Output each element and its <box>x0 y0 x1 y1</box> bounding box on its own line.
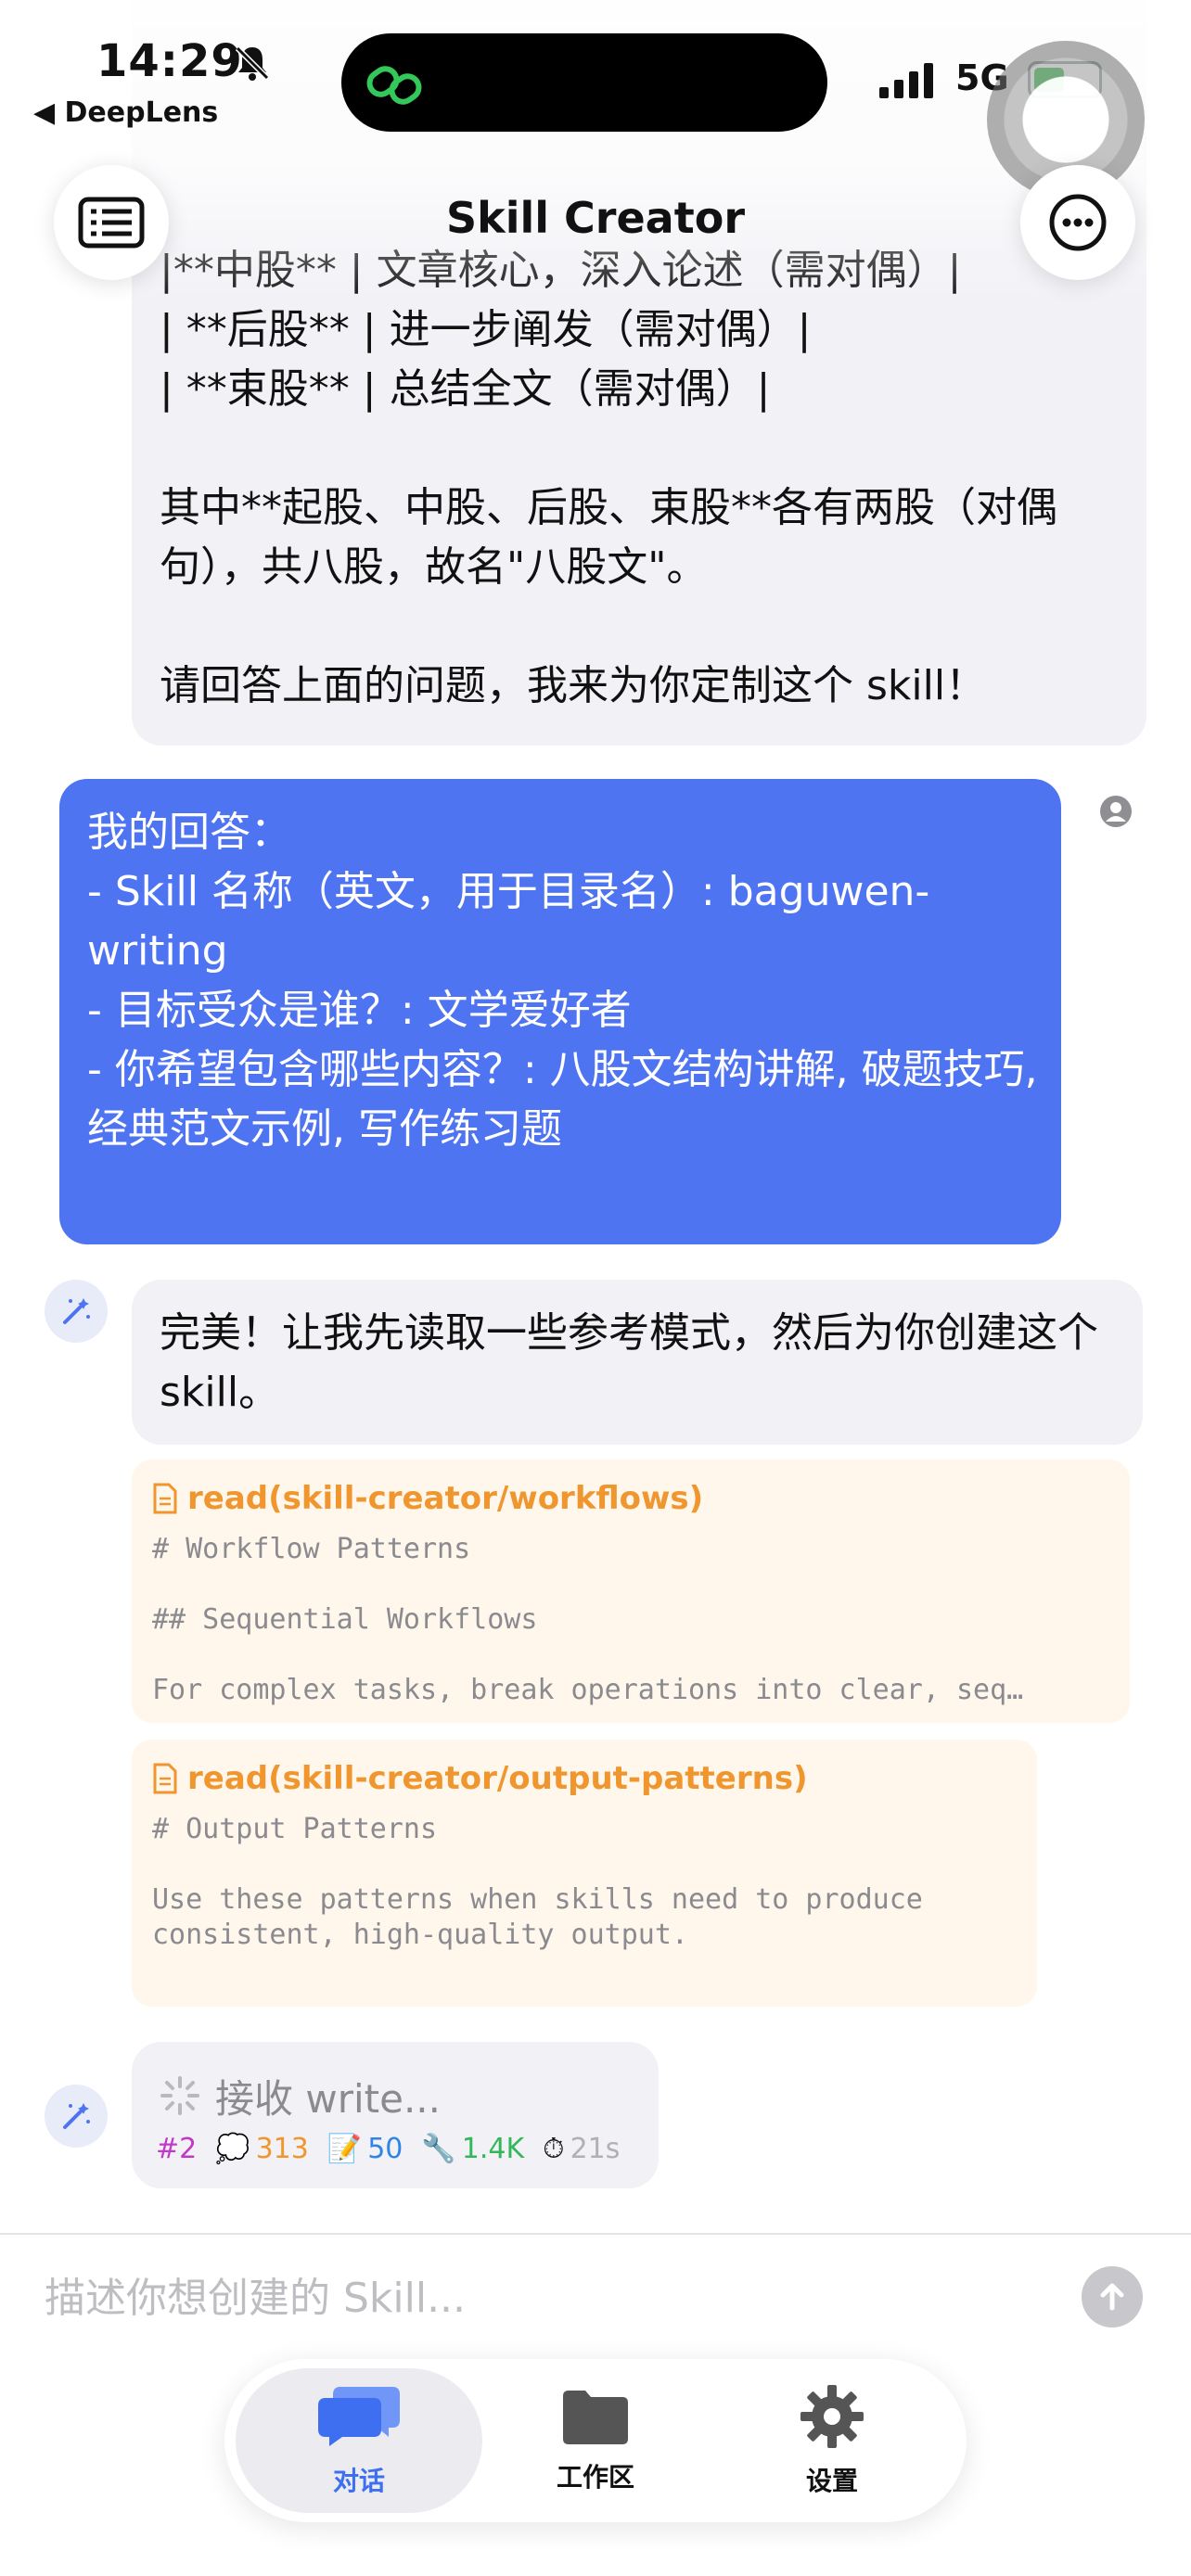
pending-status-label: 接收 write... <box>215 2076 441 2122</box>
bell-muted-icon <box>235 45 270 81</box>
status-time: 14:29 <box>96 35 243 87</box>
tool-call-card[interactable]: read(skill-creator/workflows) # Workflow… <box>132 1460 1130 1723</box>
cellular-signal-icon <box>879 63 933 98</box>
assistant-avatar-icon <box>45 2085 108 2148</box>
more-icon <box>1049 194 1107 251</box>
user-message-text: 我的回答： - Skill 名称（英文，用于目录名）: baguwen-writ… <box>87 809 1038 1153</box>
stopwatch-icon: ⏱ <box>543 2133 565 2165</box>
stat-index: #2 <box>156 2133 198 2165</box>
wrench-icon: 🔧 <box>421 2133 456 2165</box>
document-icon <box>153 1483 177 1514</box>
tool-call-title: read(skill-creator/output-patterns) <box>152 1760 808 1797</box>
tab-label: 设置 <box>805 2466 858 2496</box>
tab-workspace[interactable]: 工作区 <box>472 2368 719 2513</box>
stats-row: #2 💭 313 📝 50 🔧 1.4K ⏱ 21s <box>156 2133 620 2165</box>
user-avatar-icon <box>1100 796 1132 827</box>
memo-icon: 📝 <box>327 2133 363 2165</box>
user-message-bubble: 我的回答： - Skill 名称（英文，用于目录名）: baguwen-writ… <box>59 779 1061 1244</box>
send-button[interactable] <box>1082 2266 1143 2327</box>
tab-label: 工作区 <box>556 2462 634 2493</box>
arrow-up-icon <box>1100 2283 1124 2311</box>
document-icon <box>153 1763 177 1794</box>
stat-time: ⏱ 21s <box>543 2133 621 2165</box>
tab-settings[interactable]: 设置 <box>709 2368 955 2513</box>
tool-call-output: # Workflow Patterns ## Sequential Workfl… <box>152 1533 1024 1706</box>
loading-spinner-icon <box>160 2076 199 2115</box>
thought-bubble-icon: 💭 <box>215 2133 250 2165</box>
stat-tools: 🔧 1.4K <box>421 2133 525 2165</box>
tool-call-title: read(skill-creator/workflows) <box>152 1480 703 1517</box>
assistant-message-bubble: 完美！让我先读取一些参考模式，然后为你创建这个 skill。 <box>132 1280 1143 1445</box>
gear-icon <box>800 2385 864 2448</box>
tool-call-output: # Output Patterns Use these patterns whe… <box>152 1813 923 1951</box>
assistant-message-text: |**中股** | 文章核心，深入论述（需对偶）| | **后股** | 进一步… <box>160 247 1057 709</box>
tab-label: 对话 <box>332 2466 385 2496</box>
page-title: Skill Creator <box>446 193 745 243</box>
input-divider <box>0 2233 1191 2235</box>
chat-bubbles-icon <box>318 2387 400 2446</box>
tool-call-card[interactable]: read(skill-creator/output-patterns) # Ou… <box>132 1740 1037 2007</box>
tab-bar: 对话 工作区 设置 <box>224 2359 967 2522</box>
more-options-button[interactable] <box>1020 165 1135 280</box>
assistant-avatar-icon <box>45 1280 108 1343</box>
stat-edits: 📝 50 <box>327 2133 403 2165</box>
tab-chat[interactable]: 对话 <box>236 2368 482 2513</box>
skill-description-input[interactable] <box>45 2268 1028 2327</box>
assistant-message-text: 完美！让我先读取一些参考模式，然后为你创建这个 skill。 <box>160 1309 1111 1416</box>
stat-thoughts: 💭 313 <box>215 2133 309 2165</box>
back-to-app-link[interactable]: ◀ DeepLens <box>33 96 218 129</box>
pending-response-bubble: 接收 write... #2 💭 313 📝 50 🔧 1.4K ⏱ 21s <box>132 2042 659 2188</box>
folder-icon <box>563 2391 628 2444</box>
link-activity-icon <box>366 66 422 105</box>
